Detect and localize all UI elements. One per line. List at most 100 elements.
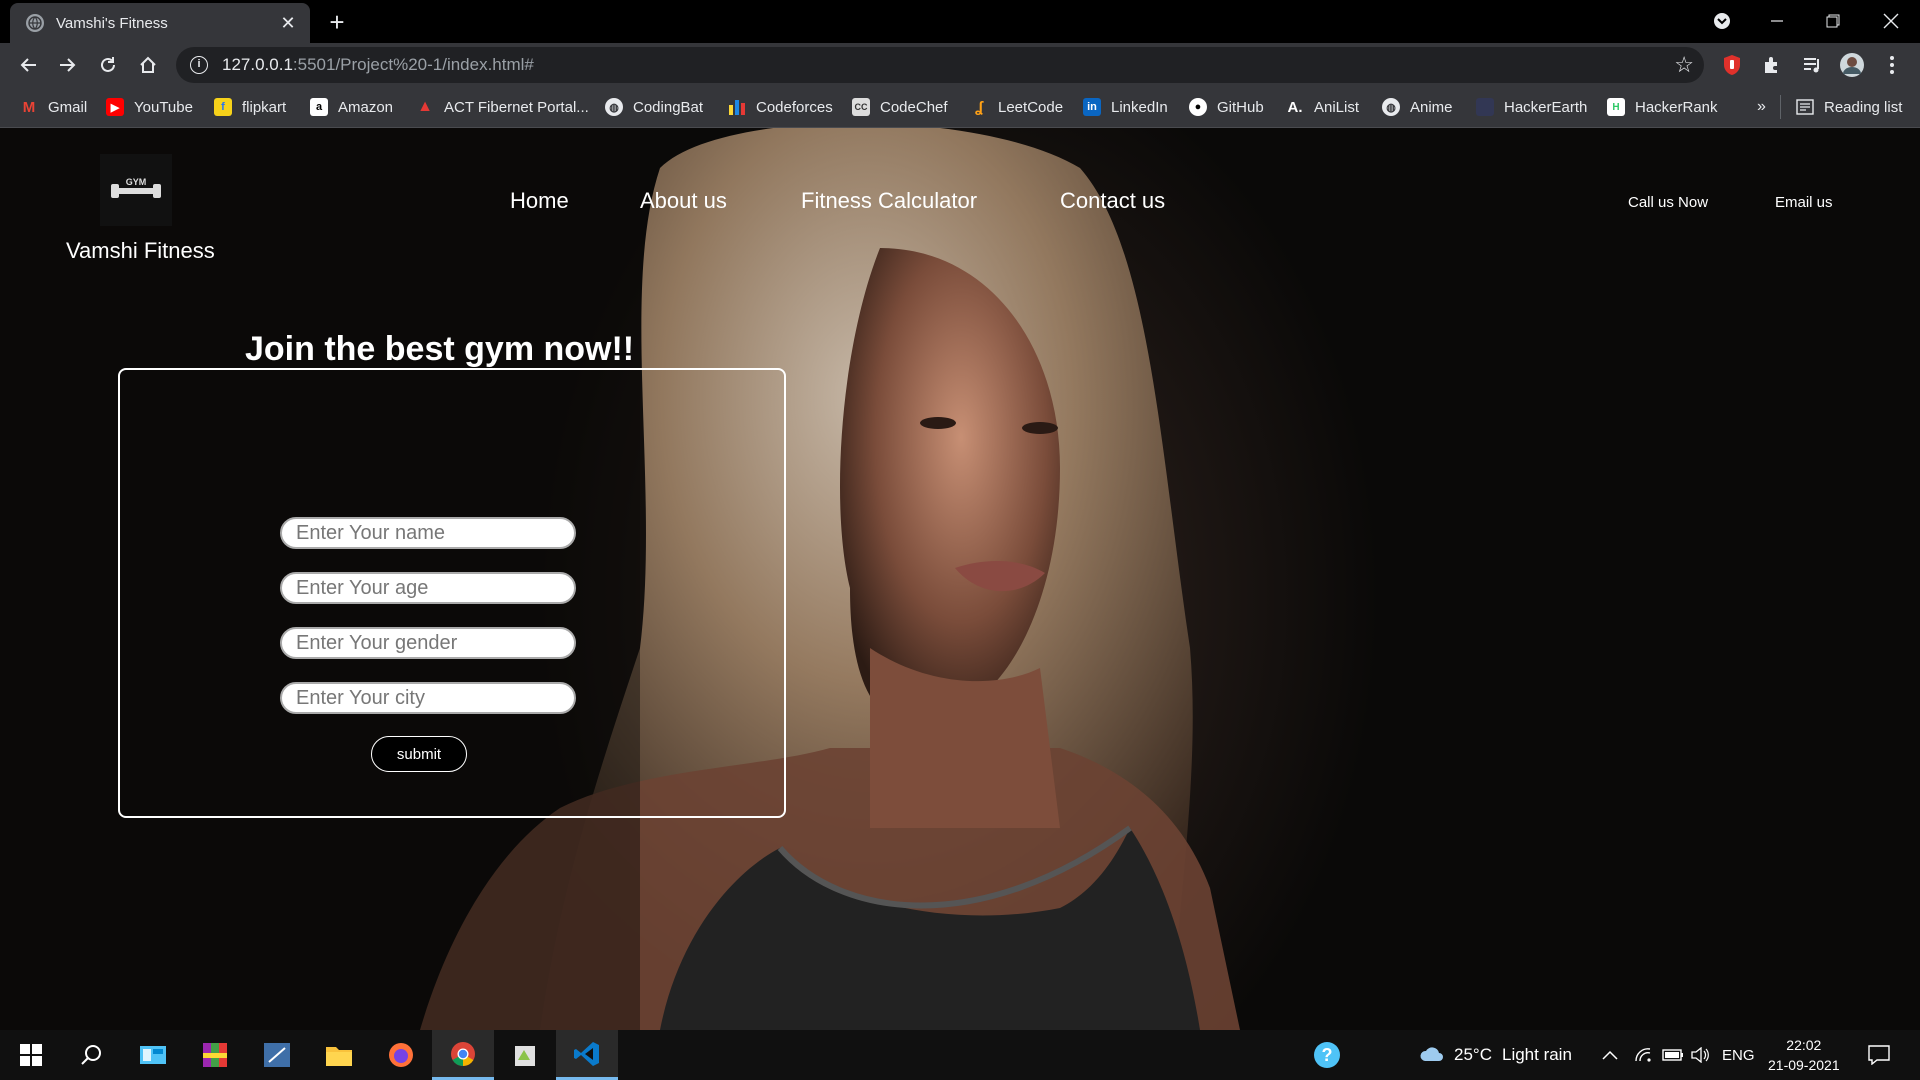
gender-input[interactable]: [280, 627, 576, 659]
name-input[interactable]: [280, 517, 576, 549]
bookmark-codeforces[interactable]: Codeforces: [728, 97, 833, 117]
taskbar-app-file-explorer[interactable]: [308, 1030, 370, 1080]
forward-button[interactable]: [52, 49, 84, 81]
reading-list-button[interactable]: Reading list: [1796, 97, 1902, 117]
language-indicator[interactable]: ENG: [1722, 1030, 1755, 1080]
back-arrow-icon: [20, 58, 36, 72]
reload-icon: [101, 57, 115, 72]
taskbar-app-notepad[interactable]: [494, 1030, 556, 1080]
github-icon: ●: [1189, 98, 1207, 116]
age-input[interactable]: [280, 572, 576, 604]
puzzle-icon: [1765, 57, 1777, 73]
hackerrank-icon: H: [1607, 98, 1625, 116]
youtube-icon: ▶: [106, 98, 124, 116]
wifi-icon[interactable]: [1634, 1030, 1652, 1080]
bookmark-star-icon[interactable]: ☆: [1674, 53, 1694, 77]
taskbar-app-control-panel[interactable]: [122, 1030, 184, 1080]
close-window-button[interactable]: [1876, 6, 1906, 36]
notification-icon: [1868, 1045, 1890, 1065]
bookmark-anime[interactable]: ◍ Anime: [1382, 97, 1453, 117]
media-control-button[interactable]: [1797, 50, 1827, 80]
start-button[interactable]: [0, 1030, 62, 1080]
gym-logo[interactable]: GYM: [100, 154, 172, 226]
linkedin-icon: in: [1083, 98, 1101, 116]
bookmark-label: HackerRank: [1635, 98, 1718, 116]
bookmark-codingbat[interactable]: ◍ CodingBat: [605, 97, 703, 117]
extensions-button[interactable]: [1757, 50, 1787, 80]
bookmark-youtube[interactable]: ▶ YouTube: [106, 97, 193, 117]
act-icon: ▲: [417, 98, 433, 115]
notification-center-button[interactable]: [1868, 1030, 1890, 1080]
bookmark-label: LeetCode: [998, 98, 1064, 116]
weather-desc: Light rain: [1501, 1045, 1572, 1064]
site-info-icon[interactable]: i: [190, 56, 208, 74]
bookmark-flipkart[interactable]: f flipkart: [214, 97, 286, 117]
bookmark-github[interactable]: ● GitHub: [1189, 97, 1264, 117]
menu-button[interactable]: [1877, 50, 1907, 80]
nav-home[interactable]: Home: [510, 188, 569, 214]
call-us-link[interactable]: Call us Now: [1628, 194, 1708, 211]
forward-arrow-icon: [60, 58, 76, 72]
windows-start-icon: [20, 1044, 42, 1066]
taskbar-app-snipping[interactable]: [246, 1030, 308, 1080]
chrome-icon: [451, 1041, 475, 1066]
reload-button[interactable]: [92, 49, 124, 81]
search-button[interactable]: [60, 1030, 122, 1080]
submit-button[interactable]: submit: [371, 736, 467, 772]
extension-red-button[interactable]: [1717, 50, 1747, 80]
minimize-icon: [1771, 20, 1783, 22]
clock-date: 21-09-2021: [1768, 1057, 1840, 1073]
nav-about-us[interactable]: About us: [640, 188, 727, 214]
bookmarks-divider: [1780, 95, 1781, 119]
weather-temp: 25°C: [1454, 1045, 1492, 1064]
ublock-icon: [1724, 55, 1740, 75]
bookmark-amazon[interactable]: a Amazon: [310, 97, 393, 117]
restore-icon: [1826, 14, 1840, 28]
dumbbell-logo-icon: GYM: [111, 177, 161, 198]
bookmark-hackerrank[interactable]: H HackerRank: [1607, 97, 1718, 117]
tab-strip: Vamshi's Fitness ✕ +: [0, 0, 1920, 43]
help-icon[interactable]: ?: [1312, 1030, 1342, 1080]
new-tab-button[interactable]: +: [323, 8, 351, 36]
home-button[interactable]: [132, 49, 164, 81]
address-bar[interactable]: i 127.0.0.1:5501/Project%20-1/index.html…: [176, 47, 1704, 83]
bookmark-linkedin[interactable]: in LinkedIn: [1083, 97, 1168, 117]
bookmark-label: ACT Fibernet Portal...: [444, 98, 589, 116]
brand-name: Vamshi Fitness: [66, 238, 215, 263]
tab-search-button[interactable]: [1707, 6, 1737, 36]
bookmark-anilist[interactable]: A. AniList: [1286, 97, 1360, 117]
minimize-button[interactable]: [1762, 6, 1792, 36]
show-hidden-icons-button[interactable]: [1602, 1030, 1618, 1080]
taskbar-app-firefox[interactable]: [370, 1030, 432, 1080]
taskbar-app-vscode[interactable]: [556, 1030, 618, 1080]
bookmark-leetcode[interactable]: ʆ LeetCode: [970, 97, 1063, 117]
taskbar-app-winrar[interactable]: [184, 1030, 246, 1080]
reading-list-label: Reading list: [1824, 98, 1903, 116]
nav-fitness-calculator[interactable]: Fitness Calculator: [801, 188, 977, 214]
bookmark-gmail[interactable]: M Gmail: [20, 97, 87, 117]
winrar-icon: [203, 1043, 227, 1067]
email-us-link[interactable]: Email us: [1775, 194, 1833, 211]
battery-icon[interactable]: [1662, 1030, 1684, 1080]
volume-icon[interactable]: [1690, 1030, 1710, 1080]
weather-widget[interactable]: 25°C Light rain: [1418, 1030, 1572, 1080]
globe-icon: ◍: [605, 98, 623, 116]
back-button[interactable]: [12, 49, 44, 81]
profile-button[interactable]: [1837, 50, 1867, 80]
tab-search-icon: [1714, 13, 1730, 29]
nav-contact-us[interactable]: Contact us: [1060, 188, 1165, 214]
taskbar-app-chrome[interactable]: [432, 1030, 494, 1080]
clock[interactable]: 22:02 21-09-2021: [1768, 1030, 1840, 1080]
bookmark-act-fibernet[interactable]: ▲ ACT Fibernet Portal...: [416, 97, 589, 117]
globe-icon: ◍: [1382, 98, 1400, 116]
more-bookmarks-button[interactable]: »: [1757, 97, 1766, 117]
city-input[interactable]: [280, 682, 576, 714]
browser-tab[interactable]: Vamshi's Fitness ✕: [10, 3, 310, 43]
bookmark-label: CodeChef: [880, 98, 948, 116]
bookmark-hackerearth[interactable]: HackerEarth: [1476, 97, 1587, 117]
close-tab-icon[interactable]: ✕: [278, 13, 298, 33]
bookmark-codechef[interactable]: CC CodeChef: [852, 97, 948, 117]
restore-button[interactable]: [1818, 6, 1848, 36]
bookmark-label: flipkart: [242, 98, 287, 116]
firefox-icon: [389, 1043, 413, 1067]
